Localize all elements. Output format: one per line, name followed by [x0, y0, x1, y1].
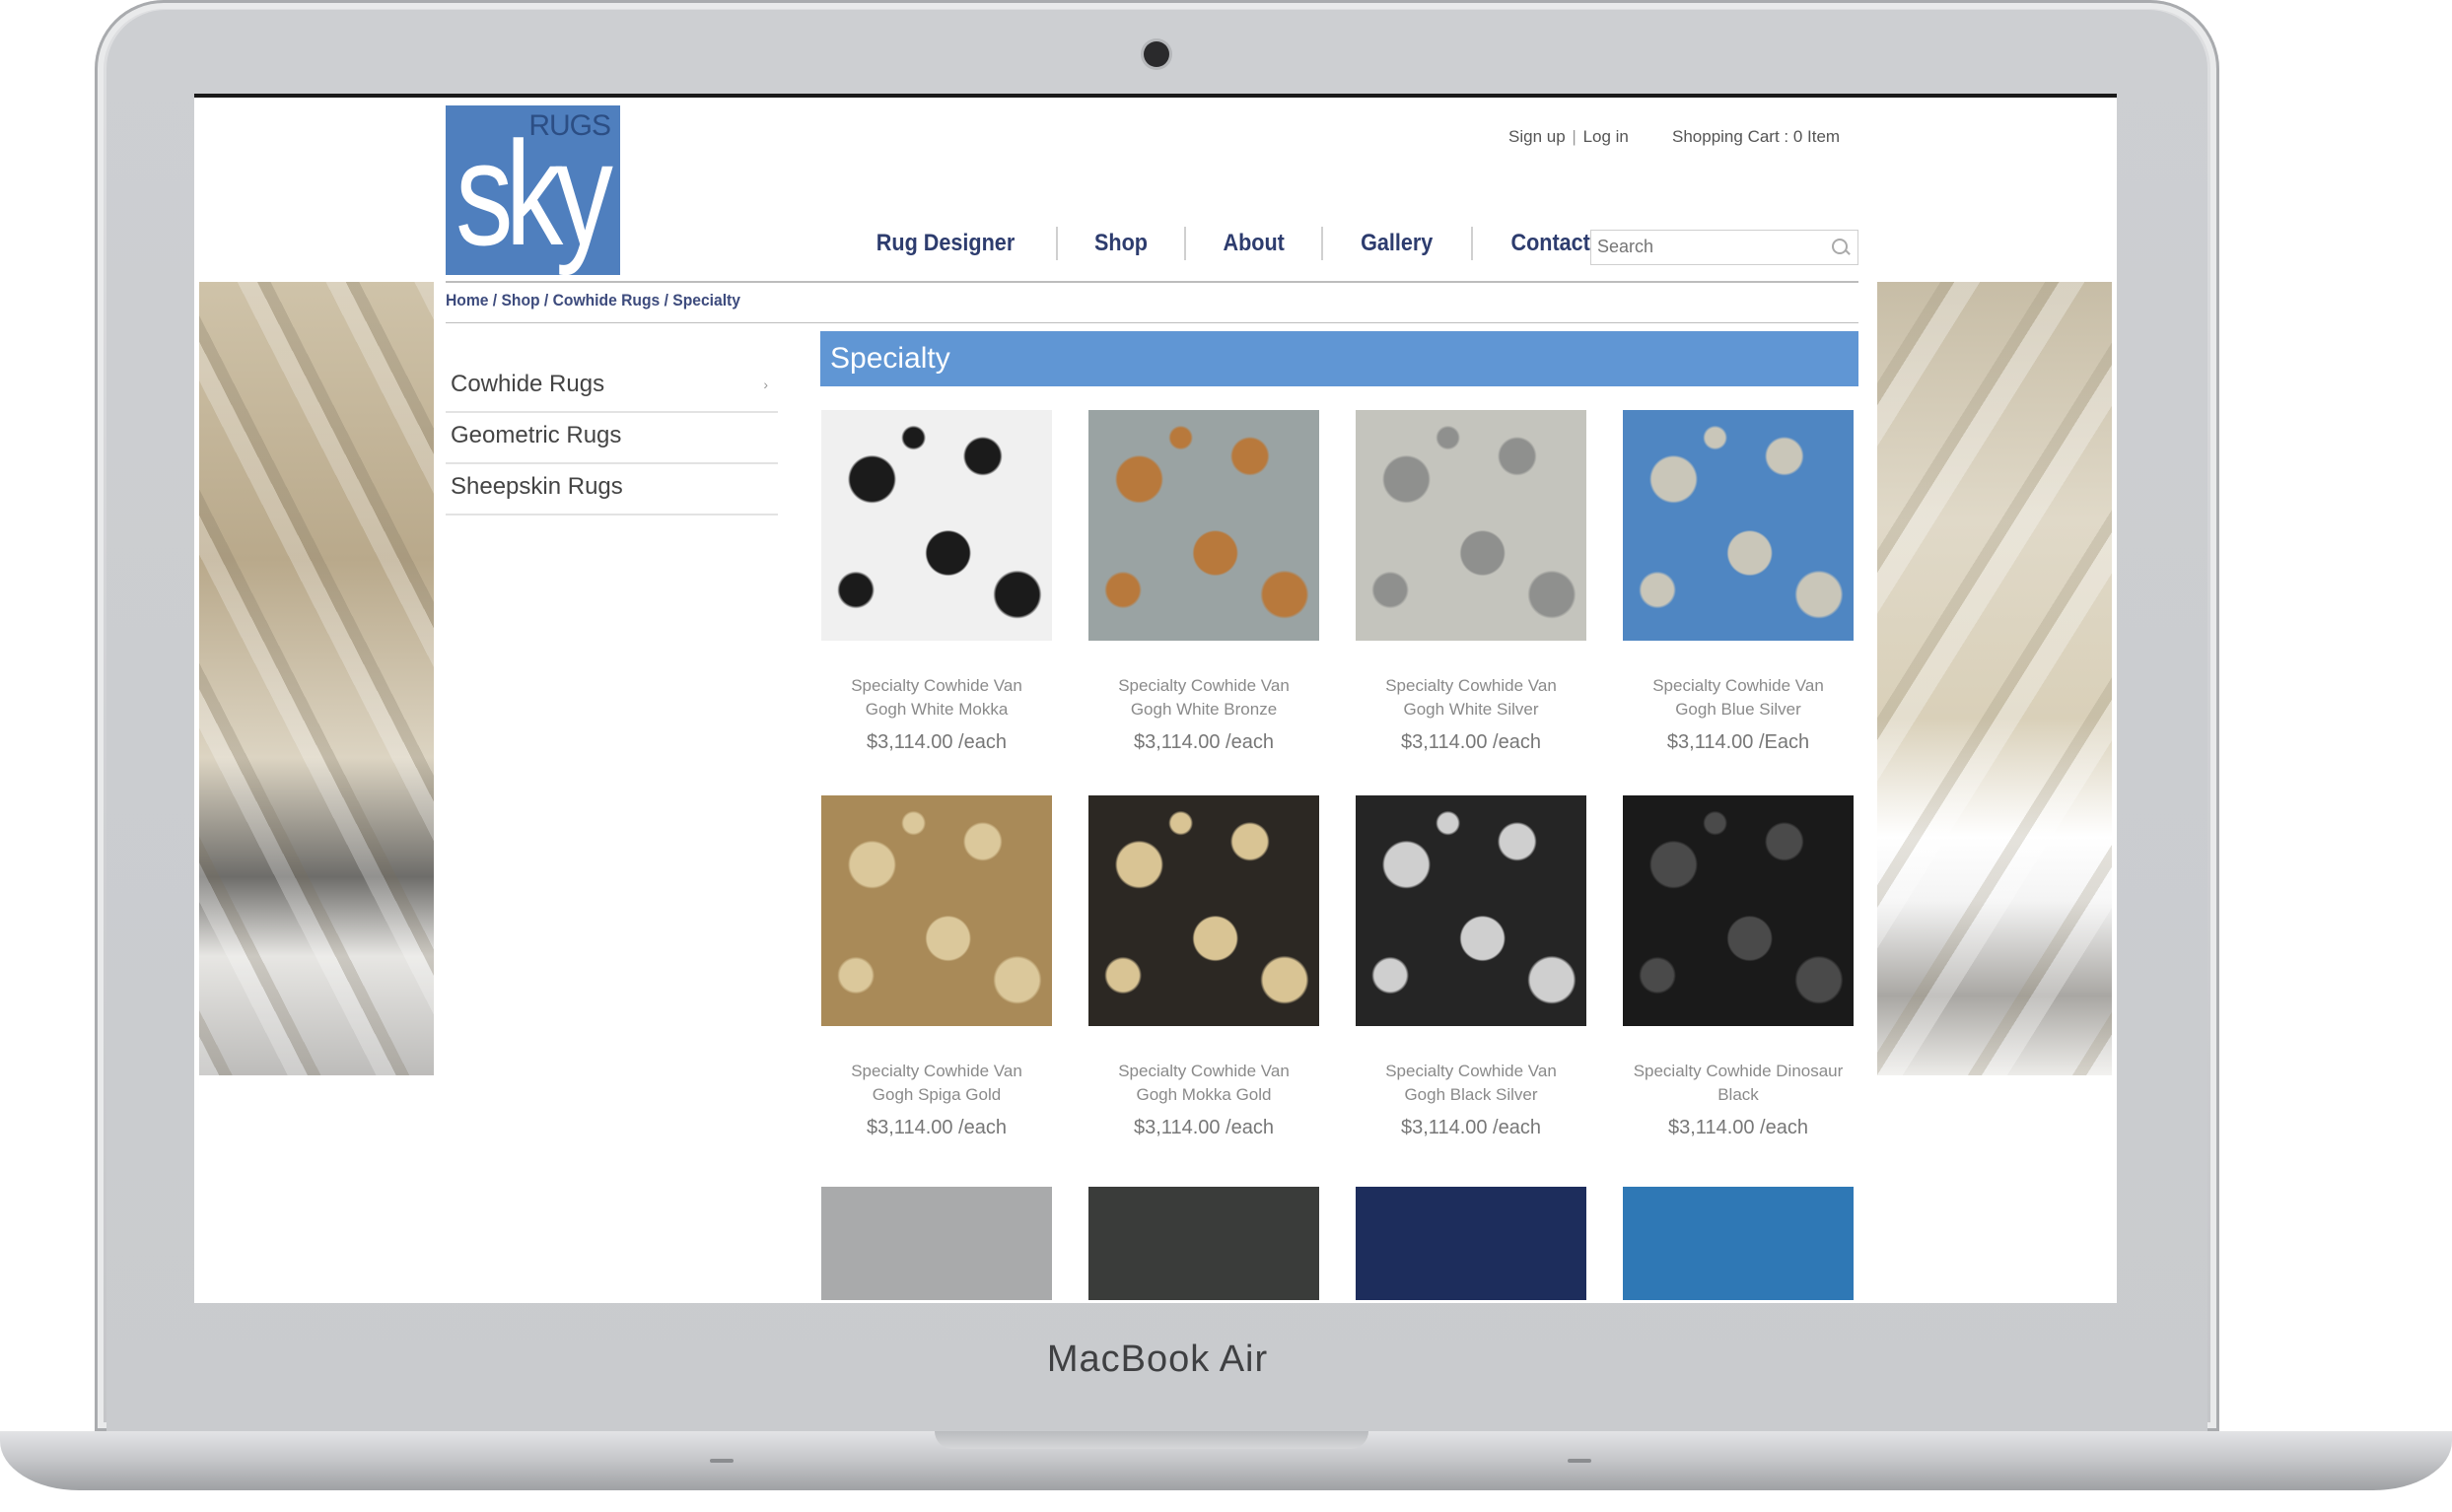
product-image[interactable]: [821, 795, 1052, 1026]
product-name[interactable]: Specialty Cowhide Van Gogh Mokka Gold: [1088, 1060, 1319, 1107]
product-card[interactable]: Specialty Cowhide Van Gogh Black Silver $…: [1356, 795, 1586, 1139]
product-image[interactable]: [1623, 410, 1854, 641]
category-item-cowhide[interactable]: Cowhide Rugs ›: [446, 362, 778, 413]
category-list: Cowhide Rugs › Geometric Rugs Sheepskin …: [446, 362, 778, 515]
shopping-cart-link[interactable]: Shopping Cart : 0 Item: [1672, 127, 1840, 147]
product-card[interactable]: Specialty Cowhide Van Gogh White Mokka $3…: [821, 410, 1052, 754]
decorative-rug-photo-left: [199, 282, 434, 1075]
product-name[interactable]: Specialty Cowhide Van Gogh Blue Silver: [1623, 674, 1854, 722]
nav-divider: [1321, 227, 1324, 260]
product-card[interactable]: Specialty Cowhide Van Gogh White Silver $…: [1356, 410, 1586, 754]
product-price: $3,114.00 /each: [1668, 1117, 1808, 1138]
product-price: $3,114.00 /each: [867, 1117, 1007, 1138]
logo-big-text: sky: [455, 110, 613, 275]
product-name[interactable]: Specialty Cowhide Dinosaur Black: [1623, 1060, 1854, 1107]
nav-divider: [1056, 227, 1059, 260]
decorative-rug-photo-right: [1877, 282, 2112, 1075]
product-image[interactable]: [1356, 410, 1586, 641]
product-image[interactable]: [1356, 795, 1586, 1026]
product-price: $3,114.00 /each: [1134, 1117, 1274, 1138]
product-price: $3,114.00 /each: [1401, 1117, 1541, 1138]
account-links: Sign up | Log in: [1508, 127, 1629, 147]
link-separator: |: [1572, 127, 1576, 146]
product-price: $3,114.00 /Each: [1666, 731, 1810, 753]
signup-link[interactable]: Sign up: [1508, 127, 1566, 146]
product-name[interactable]: Specialty Cowhide Van Gogh Black Silver: [1356, 1060, 1586, 1107]
device-label: MacBook Air: [1046, 1339, 1269, 1380]
product-price: $3,114.00 /each: [867, 731, 1007, 753]
product-image[interactable]: [1623, 1187, 1854, 1300]
product-image[interactable]: [821, 1187, 1052, 1300]
category-item-sheepskin[interactable]: Sheepskin Rugs: [446, 464, 778, 515]
laptop-notch: [935, 1431, 1368, 1449]
laptop-foot: [710, 1459, 734, 1463]
nav-shop[interactable]: Shop: [1064, 230, 1177, 257]
category-label: Cowhide Rugs: [451, 371, 605, 397]
header-divider: [446, 281, 1858, 283]
login-link[interactable]: Log in: [1583, 127, 1629, 146]
search-box: [1590, 230, 1858, 265]
category-label: Geometric Rugs: [451, 422, 622, 448]
product-name[interactable]: Specialty Cowhide Van Gogh White Mokka: [821, 674, 1052, 722]
nav-about[interactable]: About: [1193, 230, 1315, 257]
product-image[interactable]: [1088, 795, 1319, 1026]
chevron-right-icon: ›: [763, 377, 768, 392]
nav-rug-designer[interactable]: Rug Designer: [846, 230, 1045, 257]
nav-divider: [1470, 227, 1473, 260]
category-item-geometric[interactable]: Geometric Rugs: [446, 413, 778, 464]
product-price: $3,114.00 /each: [1134, 731, 1274, 753]
product-image[interactable]: [1088, 1187, 1319, 1300]
product-card[interactable]: Specialty Cowhide Van Gogh Blue Silver $3…: [1623, 410, 1854, 754]
product-image[interactable]: [1088, 410, 1319, 641]
category-label: Sheepskin Rugs: [451, 473, 623, 500]
search-icon[interactable]: [1832, 239, 1848, 254]
breadcrumb[interactable]: Home / Shop / Cowhide Rugs / Specialty: [446, 291, 740, 310]
product-name[interactable]: Specialty Cowhide Van Gogh White Bronze: [1088, 674, 1319, 722]
product-price: $3,114.00 /each: [1401, 731, 1541, 753]
laptop-foot: [1568, 1459, 1591, 1463]
product-card[interactable]: Specialty Cowhide Dinosaur Black $3,114.0…: [1623, 795, 1854, 1139]
camera-icon: [1144, 41, 1169, 67]
product-card[interactable]: Specialty Cowhide Van Gogh White Bronze $…: [1088, 410, 1319, 754]
search-input[interactable]: [1591, 231, 1830, 262]
breadcrumb-divider: [446, 322, 1858, 323]
screen: RUGS sky Sign up | Log in Shopping Cart …: [194, 94, 2117, 1303]
site-logo[interactable]: RUGS sky: [446, 105, 620, 275]
nav-divider: [1184, 227, 1187, 260]
page-title: Specialty: [820, 331, 1858, 386]
product-name[interactable]: Specialty Cowhide Van Gogh Spiga Gold: [821, 1060, 1052, 1107]
product-card[interactable]: Specialty Cowhide Van Gogh Spiga Gold $3,…: [821, 795, 1052, 1139]
product-image[interactable]: [821, 410, 1052, 641]
product-image[interactable]: [1356, 1187, 1586, 1300]
product-card[interactable]: Specialty Cowhide Van Gogh Mokka Gold $3,…: [1088, 795, 1319, 1139]
main-nav: Rug Designer Shop About Gallery Contact: [835, 224, 1628, 263]
product-image[interactable]: [1623, 795, 1854, 1026]
nav-gallery[interactable]: Gallery: [1331, 230, 1463, 257]
product-name[interactable]: Specialty Cowhide Van Gogh White Silver: [1356, 674, 1586, 722]
